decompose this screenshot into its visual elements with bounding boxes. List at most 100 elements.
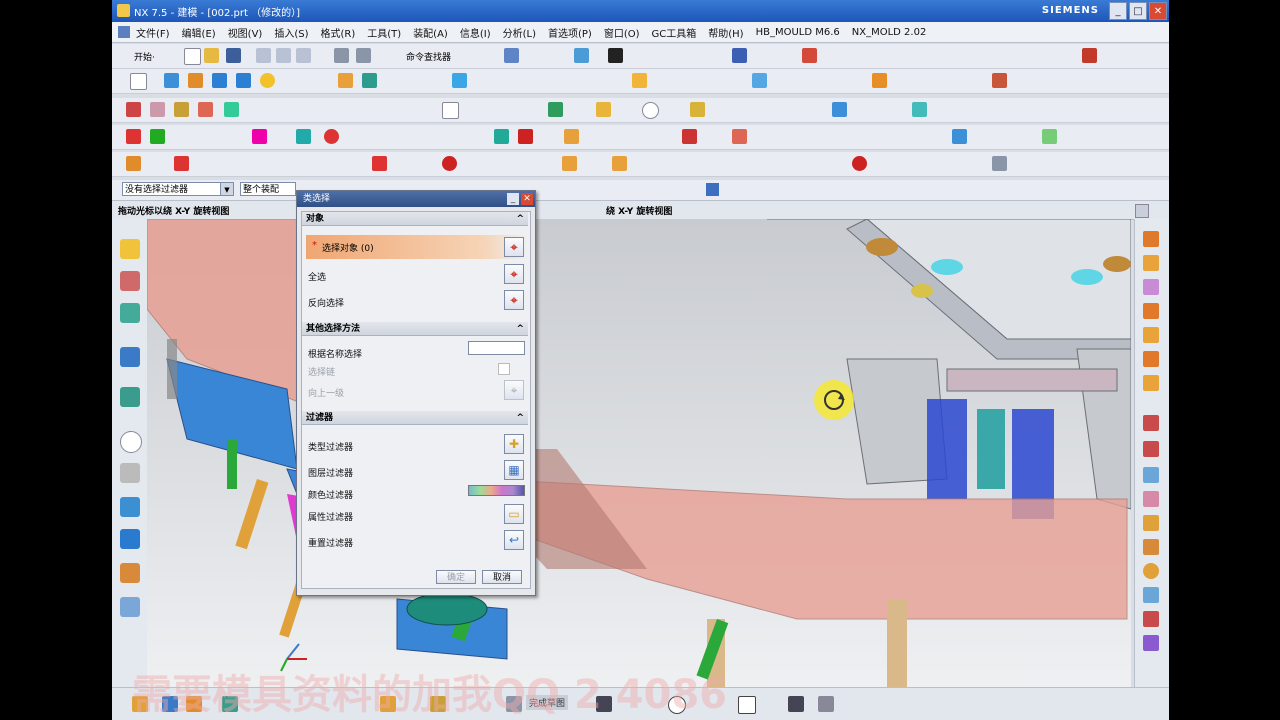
hourglass-icon[interactable] — [690, 102, 705, 117]
maximize-button[interactable]: □ — [1129, 2, 1147, 20]
chamfer-icon[interactable] — [632, 73, 647, 88]
hb-x-icon[interactable] — [518, 129, 533, 144]
pin-icon-10[interactable] — [1143, 635, 1159, 651]
trim-body-icon[interactable] — [992, 73, 1007, 88]
pin-icon-8[interactable] — [1143, 587, 1159, 603]
cut-icon[interactable] — [256, 48, 271, 63]
cylinder-icon[interactable] — [212, 73, 227, 88]
menu-insert[interactable]: 插入(S) — [268, 25, 314, 40]
pin-icon-9[interactable] — [1143, 611, 1159, 627]
start-button[interactable]: 开始· — [134, 50, 155, 63]
clock-icon[interactable] — [120, 431, 142, 453]
blend-icon[interactable] — [452, 73, 467, 88]
mold-wizard-icon-1[interactable] — [1143, 231, 1159, 247]
close-button[interactable]: ✕ — [1149, 2, 1167, 20]
menu-edit[interactable]: 编辑(E) — [176, 25, 222, 40]
shell-icon[interactable] — [752, 73, 767, 88]
mold-wizard-icon-5[interactable] — [1143, 327, 1159, 343]
fillet-icon[interactable] — [818, 696, 834, 712]
nx-ring-icon[interactable] — [852, 156, 867, 171]
workpiece-icon[interactable] — [174, 102, 189, 117]
parting-icon[interactable] — [224, 102, 239, 117]
cooling-icon[interactable] — [832, 102, 847, 117]
select-all-button[interactable]: ⌖ — [504, 264, 524, 284]
pin-icon-5[interactable] — [1143, 515, 1159, 531]
mold-csys-icon[interactable] — [150, 102, 165, 117]
snap-point-icon[interactable] — [802, 48, 817, 63]
app-menu-icon[interactable] — [118, 26, 130, 38]
point-icon[interactable] — [788, 696, 804, 712]
paste-icon[interactable] — [296, 48, 311, 63]
section-filters-header[interactable]: 过滤器 ^ — [302, 411, 528, 425]
reset-filter-button[interactable]: ↩ — [504, 530, 524, 550]
menu-help[interactable]: 帮助(H) — [702, 25, 749, 40]
undo-icon[interactable] — [334, 48, 349, 63]
menu-file[interactable]: 文件(F) — [130, 25, 176, 40]
menu-gc-toolbox[interactable]: GC工具箱 — [646, 25, 703, 40]
mold-wizard-icon-3[interactable] — [1143, 279, 1159, 295]
constraint-navigator-icon[interactable] — [120, 271, 140, 291]
layout-icon[interactable] — [198, 102, 213, 117]
nx-tree-icon[interactable] — [174, 156, 189, 171]
system-materials-icon[interactable] — [120, 597, 140, 617]
menu-hb-mould[interactable]: HB_MOULD M6.6 — [750, 27, 846, 38]
nx-cube-icon[interactable] — [562, 156, 577, 171]
hd3d-icon[interactable] — [120, 497, 140, 517]
sphere-icon[interactable] — [260, 73, 275, 88]
cancel-button[interactable]: 取消 — [482, 570, 522, 584]
browser-icon[interactable] — [120, 347, 140, 367]
standard-part-icon[interactable] — [548, 102, 563, 117]
menu-preferences[interactable]: 首选项(P) — [542, 25, 598, 40]
menu-nx-mold[interactable]: NX_MOLD 2.02 — [846, 27, 933, 38]
menu-tools[interactable]: 工具(T) — [361, 25, 407, 40]
block-icon[interactable] — [236, 73, 251, 88]
open-icon[interactable] — [204, 48, 219, 63]
line-icon[interactable] — [1082, 48, 1097, 63]
hb-circle-icon[interactable] — [324, 129, 339, 144]
attribute-filter-button[interactable]: ▭ — [504, 504, 524, 524]
nx-box-icon[interactable] — [612, 156, 627, 171]
up-level-button[interactable]: ⌖ — [504, 380, 524, 400]
offset-face-icon[interactable] — [872, 73, 887, 88]
menu-assembly[interactable]: 装配(A) — [407, 25, 454, 40]
hb-gear-icon[interactable] — [732, 129, 747, 144]
shaded-view-icon[interactable] — [574, 48, 589, 63]
menu-view[interactable]: 视图(V) — [222, 25, 269, 40]
menu-window[interactable]: 窗口(O) — [598, 25, 646, 40]
dialog-title-bar[interactable]: 类选择 _ ✕ — [297, 191, 535, 207]
reuse-library-icon[interactable] — [120, 463, 140, 483]
hb-wire-icon[interactable] — [682, 129, 697, 144]
select-object-row[interactable]: * 选择对象 (0) — [306, 235, 528, 259]
select-object-button[interactable]: ⌖ — [504, 237, 524, 257]
type-filter-combo[interactable]: 没有选择过滤器 ▼ — [122, 182, 234, 196]
ejector-icon[interactable] — [596, 102, 611, 117]
mold-base-icon[interactable] — [442, 102, 459, 119]
hb-grid-icon[interactable] — [252, 129, 267, 144]
color-filter-swatch[interactable] — [468, 485, 525, 496]
ok-button[interactable]: 确定 — [436, 570, 476, 584]
hb-diamond-icon[interactable] — [150, 129, 165, 144]
unite-icon[interactable] — [338, 73, 353, 88]
snap-endpoint-icon[interactable] — [706, 183, 719, 196]
nx-sphere-icon[interactable] — [442, 156, 457, 171]
timer-icon[interactable] — [642, 102, 659, 119]
extrude-icon[interactable] — [164, 73, 179, 88]
pin-icon-6[interactable] — [1143, 539, 1159, 555]
sketch-icon[interactable] — [130, 73, 147, 90]
fit-view-icon[interactable] — [504, 48, 519, 63]
nx-pin-icon[interactable] — [992, 156, 1007, 171]
pin-icon-2[interactable] — [1143, 441, 1159, 457]
rectangle-icon[interactable] — [738, 696, 756, 714]
invert-selection-button[interactable]: ⌖ — [504, 290, 524, 310]
history-icon[interactable] — [120, 387, 140, 407]
hb-search-icon[interactable] — [1042, 129, 1057, 144]
part-navigator-icon[interactable] — [120, 303, 140, 323]
hb-part-icon[interactable] — [126, 129, 141, 144]
hb-line-icon[interactable] — [296, 129, 311, 144]
pin-icon-1[interactable] — [1143, 415, 1159, 431]
mold-wizard-icon-4[interactable] — [1143, 303, 1159, 319]
hb-check-icon[interactable] — [494, 129, 509, 144]
mold-wizard-icon-7[interactable] — [1143, 375, 1159, 391]
scope-combo[interactable]: 整个装配 — [240, 182, 296, 196]
dialog-minimize-button[interactable]: _ — [507, 193, 519, 205]
